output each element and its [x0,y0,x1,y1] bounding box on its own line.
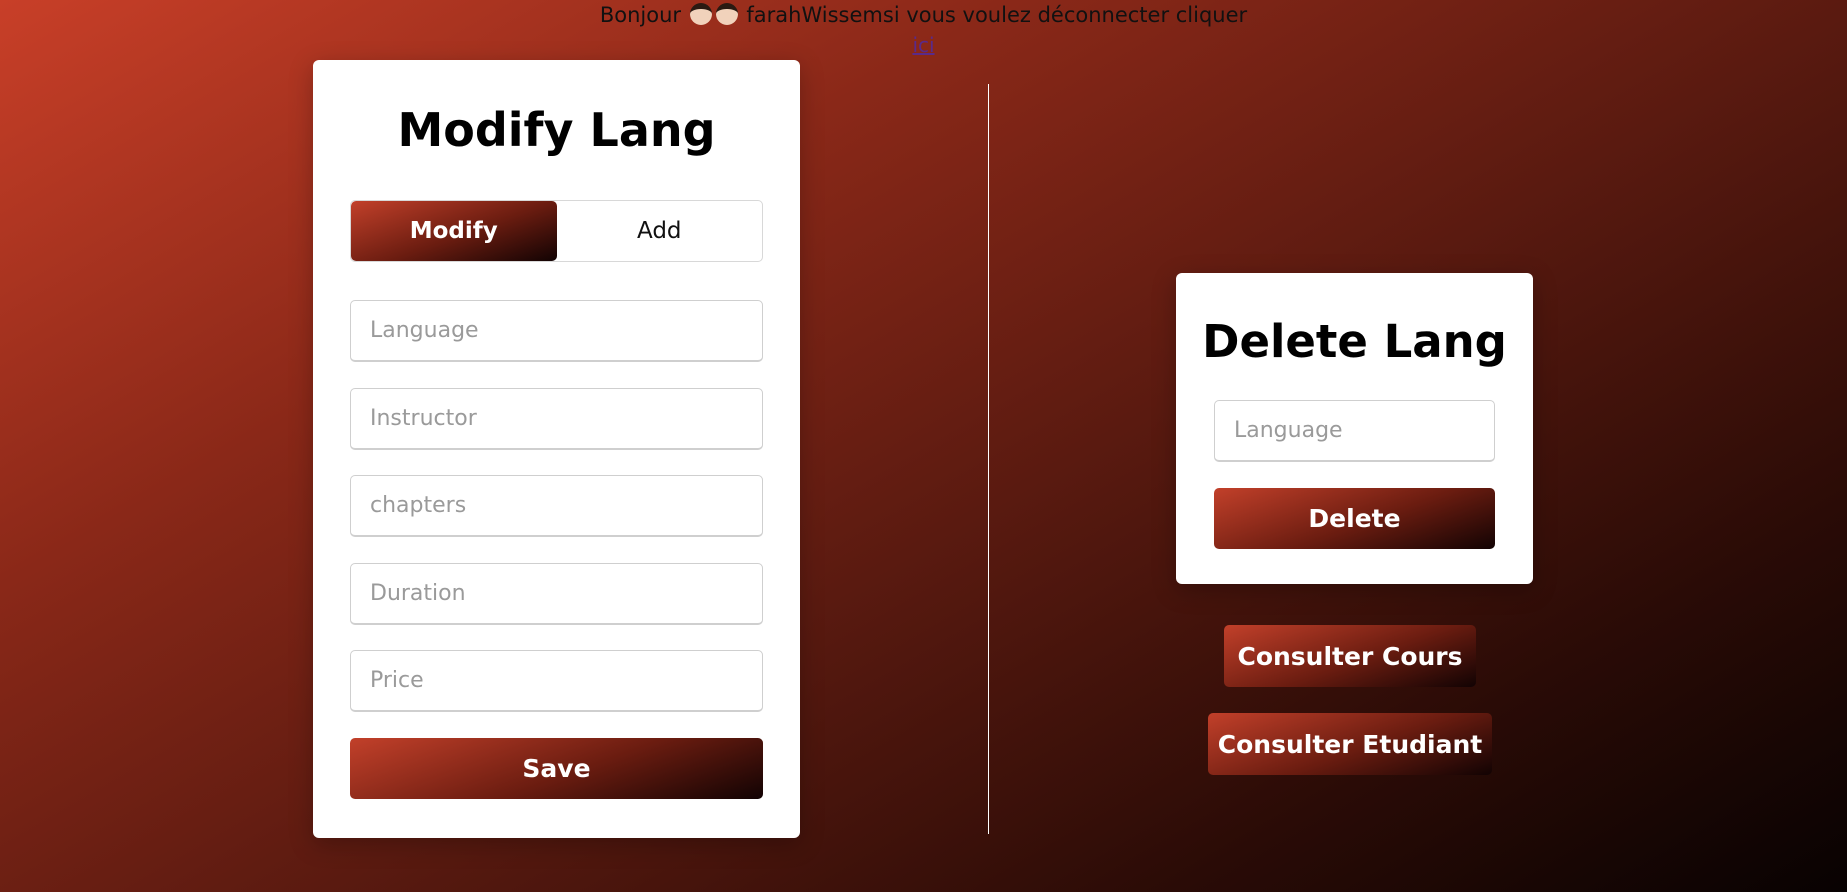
delete-language-input[interactable] [1214,400,1495,462]
boy-face-icon [715,3,738,25]
tab-modify[interactable]: Modify [351,201,557,261]
logout-link-row: ici [0,32,1847,58]
language-input[interactable] [350,300,763,362]
delete-button[interactable]: Delete [1214,488,1495,549]
instructor-input[interactable] [350,388,763,450]
boy-face-icon [689,3,712,25]
price-input[interactable] [350,650,763,712]
consulter-etudiant-button[interactable]: Consulter Etudiant [1208,713,1492,775]
delete-lang-title: Delete Lang [1202,315,1507,368]
greeting-prefix: Bonjour [599,3,682,27]
save-button[interactable]: Save [350,738,763,799]
mode-toggle: Modify Add [350,200,763,262]
greeting-suffix: farahWissemsi vous voulez déconnecter cl… [746,3,1248,27]
chapters-input[interactable] [350,475,763,537]
tab-add[interactable]: Add [557,201,763,261]
modify-lang-title: Modify Lang [397,103,716,157]
greeting-text: Bonjour farahWissemsi vous voulez déconn… [0,2,1847,29]
consulter-cours-button[interactable]: Consulter Cours [1224,625,1476,687]
modify-lang-card: Modify Lang Modify Add Save [313,60,800,838]
logout-link[interactable]: ici [912,33,934,57]
delete-lang-card: Delete Lang Delete [1176,273,1533,584]
duration-input[interactable] [350,563,763,625]
vertical-divider [988,84,989,834]
